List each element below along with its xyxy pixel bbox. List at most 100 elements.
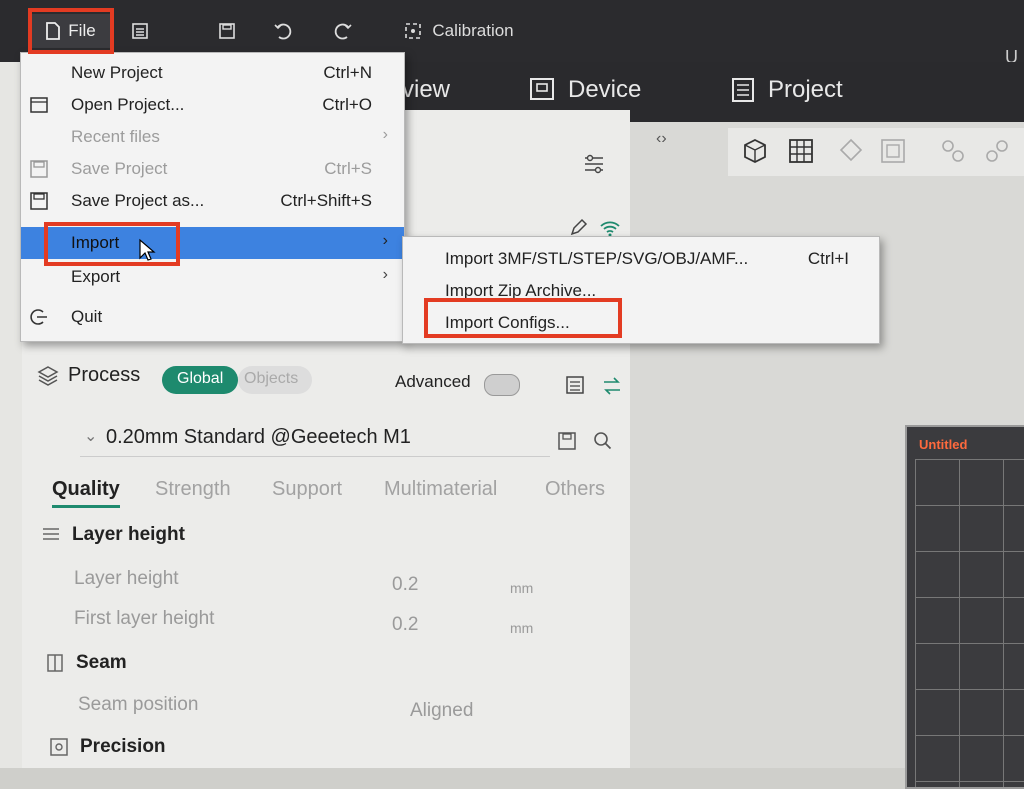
process-preset-select[interactable]: ⌄ 0.20mm Standard @Geeetech M1 [80, 420, 550, 457]
objects-toggle-label: Objects [244, 370, 299, 387]
first-layer-height-label: First layer height [74, 608, 215, 629]
calibration-icon [405, 23, 422, 39]
tab-project-label: Project [768, 76, 843, 103]
import-submenu: Import 3MF/STL/STEP/SVG/OBJ/AMF... Ctrl+… [402, 236, 880, 344]
layer-height-label: Layer height [74, 568, 179, 589]
file-dropdown-menu: New Project Ctrl+N Open Project... Ctrl+… [20, 52, 405, 342]
import-zip-label: Import Zip Archive... [445, 281, 597, 300]
save-icon [30, 160, 48, 178]
quit-icon [30, 309, 47, 325]
plate-grid [915, 459, 1024, 787]
device-icon [530, 78, 554, 100]
global-toggle-label: Global [177, 370, 224, 387]
save-project-as-label: Save Project as... [71, 191, 205, 210]
menu-item-quit[interactable]: Quit [21, 301, 404, 333]
save-icon[interactable] [210, 14, 244, 48]
tab-preview-label: view [402, 76, 451, 103]
menu-item-open-project[interactable]: Open Project... Ctrl+O [21, 89, 404, 121]
open-folder-icon [30, 97, 48, 113]
calibration-button[interactable]: Calibration [388, 14, 528, 48]
search-icon[interactable] [592, 430, 614, 452]
build-plate[interactable]: Untitled [905, 425, 1024, 789]
advanced-switch[interactable] [484, 374, 520, 396]
new-project-shortcut: Ctrl+N [323, 63, 372, 82]
objects-toggle[interactable]: Objects [238, 366, 312, 394]
tab-support[interactable]: Support [272, 478, 342, 501]
tab-device-label: Device [568, 76, 642, 103]
tab-project[interactable]: Project [730, 76, 843, 104]
submenu-item-import-configs[interactable]: Import Configs... [403, 307, 879, 339]
save-as-icon [30, 192, 48, 210]
import-models-label: Import 3MF/STL/STEP/SVG/OBJ/AMF... [445, 249, 749, 268]
arrange-icon[interactable] [878, 136, 908, 166]
quit-label: Quit [71, 307, 103, 326]
save-preset-icon[interactable] [556, 430, 578, 452]
tab-strength[interactable]: Strength [155, 478, 231, 501]
split-objects-icon[interactable] [938, 136, 968, 166]
tab-device[interactable]: Device [528, 76, 641, 104]
chevron-right-icon: › [382, 126, 388, 143]
advanced-label: Advanced [395, 372, 471, 391]
split-parts-icon[interactable] [982, 136, 1012, 166]
global-toggle[interactable]: Global [162, 366, 238, 394]
redo-icon[interactable] [326, 14, 360, 48]
layer-height-input[interactable]: 0.2 [392, 574, 418, 596]
precision-section: Precision [80, 736, 166, 757]
mouse-cursor-icon [139, 238, 156, 261]
menu-item-save-project-as[interactable]: Save Project as... Ctrl+Shift+S [21, 185, 404, 217]
tab-multimaterial[interactable]: Multimaterial [384, 478, 497, 501]
preset-name: 0.20mm Standard @Geeetech M1 [106, 426, 411, 448]
chevron-down-icon: ⌄ [84, 428, 98, 445]
submenu-item-import-zip[interactable]: Import Zip Archive... [403, 275, 879, 307]
file-menu-button[interactable]: File [30, 14, 110, 48]
undo-icon[interactable] [266, 14, 300, 48]
menu-item-recent-files[interactable]: Recent files › [21, 121, 404, 153]
chevron-right-icon: › [382, 266, 388, 283]
layer-height-unit: mm [510, 580, 534, 596]
save-project-label: Save Project [71, 159, 168, 178]
menu-item-new-project[interactable]: New Project Ctrl+N [21, 57, 404, 89]
menu-item-save-project[interactable]: Save Project Ctrl+S [21, 153, 404, 185]
layer-height-section: Layer height [72, 524, 185, 545]
first-layer-height-input[interactable]: 0.2 [392, 614, 418, 636]
menu-item-import[interactable]: Import › [21, 227, 404, 259]
file-icon [46, 22, 61, 40]
orient-icon[interactable] [836, 136, 866, 166]
collapse-panel-icon[interactable]: ‹› [656, 130, 667, 148]
plate-name: Untitled [919, 437, 968, 452]
compare-presets-icon[interactable] [564, 374, 586, 396]
open-project-shortcut: Ctrl+O [322, 95, 372, 114]
seam-position-select[interactable]: Aligned [410, 700, 473, 722]
recent-files-label: Recent files [71, 127, 160, 146]
add-plate-icon[interactable] [786, 136, 816, 166]
save-project-shortcut: Ctrl+S [324, 159, 372, 178]
export-label: Export [71, 267, 121, 286]
open-project-label: Open Project... [71, 95, 185, 114]
chevron-right-icon: › [382, 232, 388, 249]
filter-settings-icon[interactable] [582, 152, 606, 181]
swap-icon[interactable] [600, 374, 624, 398]
process-title: Process [68, 364, 141, 386]
file-menu-label: File [68, 21, 96, 40]
submenu-item-import-models[interactable]: Import 3MF/STL/STEP/SVG/OBJ/AMF... Ctrl+… [403, 243, 879, 275]
tab-preview[interactable]: view [402, 76, 450, 104]
layer-height-icon [43, 528, 59, 540]
seam-section: Seam [76, 652, 127, 673]
seam-icon [47, 654, 63, 672]
seam-position-label: Seam position [78, 694, 199, 715]
menu-item-export[interactable]: Export › [21, 261, 404, 293]
precision-icon [50, 738, 68, 756]
tab-others[interactable]: Others [545, 478, 605, 501]
object-toolbar [728, 128, 1024, 176]
layers-icon [37, 366, 59, 386]
new-project-label: New Project [71, 63, 163, 82]
first-layer-height-unit: mm [510, 620, 534, 636]
save-project-as-shortcut: Ctrl+Shift+S [280, 191, 372, 210]
import-configs-label: Import Configs... [445, 313, 570, 332]
import-models-shortcut: Ctrl+I [807, 249, 849, 268]
project-icon [732, 78, 754, 102]
tab-quality[interactable]: Quality [52, 478, 120, 508]
add-cube-icon[interactable] [740, 136, 770, 166]
calibration-label: Calibration [432, 21, 514, 40]
menu-icon[interactable] [122, 14, 158, 48]
